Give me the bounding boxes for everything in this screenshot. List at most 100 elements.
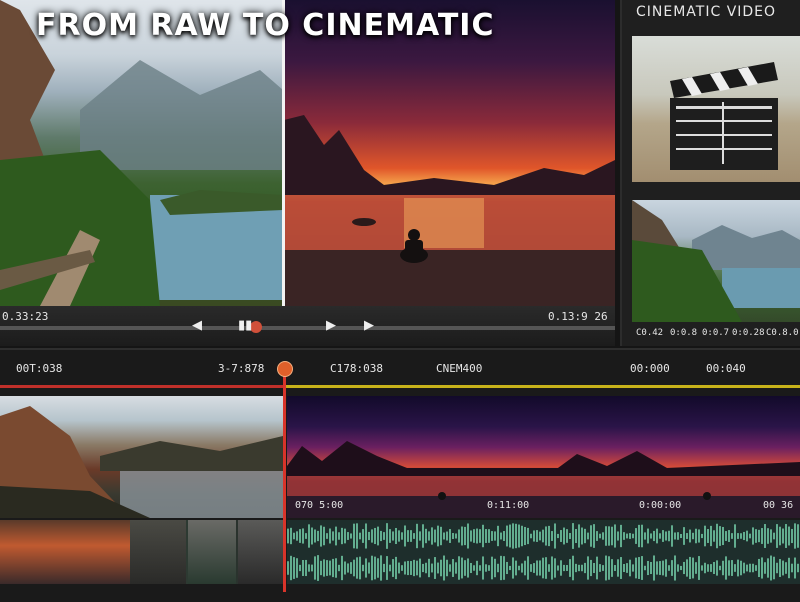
waveform-bar bbox=[716, 560, 718, 576]
waveform-bar bbox=[788, 557, 790, 579]
waveform-bar bbox=[500, 555, 502, 581]
waveform-bar bbox=[608, 526, 610, 546]
waveform-bar bbox=[512, 557, 514, 579]
waveform-bar bbox=[494, 558, 496, 578]
scrub-track[interactable] bbox=[0, 326, 615, 330]
waveform-bar bbox=[635, 557, 637, 579]
forward-icon[interactable]: ▶ bbox=[364, 318, 374, 333]
waveform-bar bbox=[704, 525, 706, 547]
waveform-bar bbox=[617, 531, 619, 541]
timeline-playhead[interactable] bbox=[283, 364, 286, 592]
waveform-bar bbox=[503, 556, 505, 580]
waveform-bar bbox=[350, 562, 352, 574]
waveform-bar bbox=[308, 564, 310, 572]
waveform-bar bbox=[410, 561, 412, 575]
waveform-bar bbox=[404, 525, 406, 547]
waveform-bar bbox=[338, 564, 340, 572]
video-clip-cinematic[interactable]: 070 5:00 0:11:00 0:00:00 00 36 bbox=[287, 396, 800, 518]
waveform-bar bbox=[551, 531, 553, 541]
waveform-bar bbox=[779, 526, 781, 546]
waveform-bar bbox=[434, 557, 436, 579]
waveform-bar bbox=[356, 557, 358, 579]
waveform-bar bbox=[317, 555, 319, 581]
waveform-bar bbox=[392, 559, 394, 577]
ruler-label: CNEM400 bbox=[436, 362, 483, 375]
comparison-split-divider[interactable] bbox=[282, 0, 285, 306]
waveform-bar bbox=[332, 531, 334, 541]
waveform-bar bbox=[458, 529, 460, 543]
waveform-bar bbox=[485, 529, 487, 543]
preview-timecode-left: 0.33:23 bbox=[2, 310, 49, 323]
waveform-bar bbox=[641, 524, 643, 548]
waveform-bar bbox=[362, 529, 364, 543]
waveform-bar bbox=[389, 529, 391, 543]
cinematic-clip-thumbnail bbox=[287, 441, 800, 518]
waveform-bar bbox=[560, 530, 562, 542]
rewind-icon[interactable]: ◀ bbox=[192, 318, 202, 333]
play-icon[interactable]: ▶ bbox=[326, 318, 336, 333]
waveform-bar bbox=[680, 565, 682, 571]
waveform-bar bbox=[479, 565, 481, 571]
waveform-bar bbox=[743, 562, 745, 574]
waveform-bar bbox=[626, 533, 628, 539]
waveform-bar bbox=[407, 530, 409, 542]
waveform-bar bbox=[494, 531, 496, 541]
waveform-bar bbox=[359, 556, 361, 580]
waveform-bar bbox=[413, 533, 415, 539]
ruler-label: C178:038 bbox=[330, 362, 383, 375]
waveform-bar bbox=[380, 555, 382, 581]
waveform-bar bbox=[380, 530, 382, 542]
waveform-bar bbox=[767, 558, 769, 578]
waveform-bar bbox=[755, 565, 757, 571]
waveform-bar bbox=[662, 560, 664, 576]
waveform-bar bbox=[440, 526, 442, 546]
waveform-bar bbox=[323, 526, 325, 546]
waveform-bar bbox=[632, 564, 634, 572]
waveform-bar bbox=[395, 527, 397, 545]
waveform-bar bbox=[581, 527, 583, 545]
waveform-bar bbox=[740, 533, 742, 539]
waveform-bar bbox=[287, 528, 289, 544]
waveform-bar bbox=[542, 557, 544, 579]
waveform-bar bbox=[320, 525, 322, 547]
waveform-bar bbox=[455, 533, 457, 539]
waveform-bar bbox=[350, 533, 352, 539]
waveform-bar bbox=[773, 532, 775, 540]
waveform-bar bbox=[743, 531, 745, 541]
landscape-thumbnail[interactable] bbox=[632, 200, 800, 322]
waveform-bar bbox=[383, 532, 385, 540]
waveform-bar bbox=[731, 560, 733, 576]
waveform-bar bbox=[323, 559, 325, 577]
waveform-bar bbox=[641, 556, 643, 580]
ruler-label: 00:040 bbox=[706, 362, 746, 375]
waveform-bar bbox=[530, 533, 532, 539]
video-clip-raw[interactable] bbox=[0, 396, 283, 518]
waveform-bar bbox=[320, 560, 322, 576]
ruler-label: 00:000 bbox=[630, 362, 670, 375]
waveform-bar bbox=[329, 560, 331, 576]
waveform-bar bbox=[542, 529, 544, 543]
playhead-handle[interactable] bbox=[277, 361, 293, 377]
waveform-bar bbox=[431, 527, 433, 545]
waveform-bar bbox=[728, 560, 730, 576]
waveform-bar bbox=[575, 528, 577, 544]
waveform-bar bbox=[296, 531, 298, 541]
waveform-bar bbox=[365, 523, 367, 549]
waveform-bar bbox=[449, 564, 451, 572]
waveform-bar bbox=[668, 530, 670, 542]
waveform-bar bbox=[428, 558, 430, 578]
waveform-bar bbox=[545, 557, 547, 579]
waveform-bar bbox=[302, 560, 304, 576]
waveform-bar bbox=[356, 523, 358, 549]
clapperboard-thumbnail[interactable] bbox=[632, 36, 800, 182]
waveform-bar bbox=[740, 560, 742, 576]
audio-waveform-track[interactable] bbox=[287, 520, 800, 584]
pause-icon[interactable]: ▮▮ bbox=[238, 318, 252, 333]
video-strip-thumbnails[interactable] bbox=[0, 520, 285, 584]
panel-timecode: 0:0.28 bbox=[732, 328, 765, 338]
waveform-bar bbox=[383, 563, 385, 573]
waveform-bar bbox=[626, 563, 628, 573]
waveform-bar bbox=[617, 559, 619, 577]
waveform-bar bbox=[578, 564, 580, 572]
waveform-bar bbox=[482, 556, 484, 580]
